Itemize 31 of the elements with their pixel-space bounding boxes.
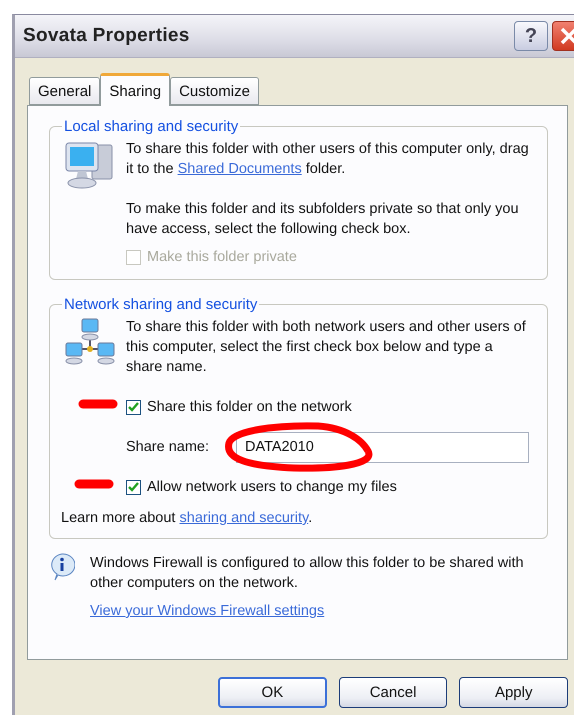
checkmark-icon	[128, 402, 139, 412]
checkbox[interactable]	[126, 480, 141, 494]
checkbox-label[interactable]: Allow network users to change my files	[147, 479, 397, 495]
window-title: Sovata Properties	[23, 25, 191, 47]
field-label: Share name:	[126, 439, 210, 455]
group-title: Local sharing and security	[63, 118, 240, 135]
sharing-security-link[interactable]: sharing and security	[180, 510, 308, 526]
description-text: To share this folder with other users of this computer only, drag it to the Shared Documents folder.	[126, 140, 530, 179]
annotation-dash	[78, 398, 118, 410]
description-text: To share this folder with both network users and other users of this computer, select the first check box below and type a share name.	[126, 318, 527, 377]
description-text: To make this folder and its subfolders private so that only you have access, select the following check box.	[126, 200, 520, 239]
help-button[interactable]: ?	[514, 21, 548, 51]
firewall-settings-link[interactable]: View your Windows Firewall settings	[90, 603, 324, 619]
dialog-button[interactable]: Apply	[459, 677, 568, 708]
shared-documents-link[interactable]: Shared Documents	[178, 161, 302, 177]
checkmark-icon	[128, 482, 139, 492]
annotation-dash	[74, 478, 114, 490]
info-icon	[49, 553, 75, 581]
checkbox-label[interactable]: Share this folder on the network	[147, 399, 352, 415]
firewall-message: Windows Firewall is configured to allow this folder to be shared with other computers on the network.	[90, 554, 525, 593]
network-icon	[64, 317, 116, 367]
learn-more-text: Learn more about sharing and security.	[61, 509, 314, 528]
dialog-button[interactable]: Cancel	[338, 677, 448, 708]
tab[interactable]: General	[29, 77, 100, 105]
tab[interactable]: Customize	[170, 77, 259, 105]
tab[interactable]: Sharing	[100, 73, 170, 106]
group-title: Network sharing and security	[63, 296, 258, 313]
close-icon	[559, 26, 574, 46]
dialog-button[interactable]: OK	[218, 677, 327, 708]
share-name-field[interactable]: DATA2010	[236, 432, 529, 462]
checkbox[interactable]	[126, 400, 141, 414]
